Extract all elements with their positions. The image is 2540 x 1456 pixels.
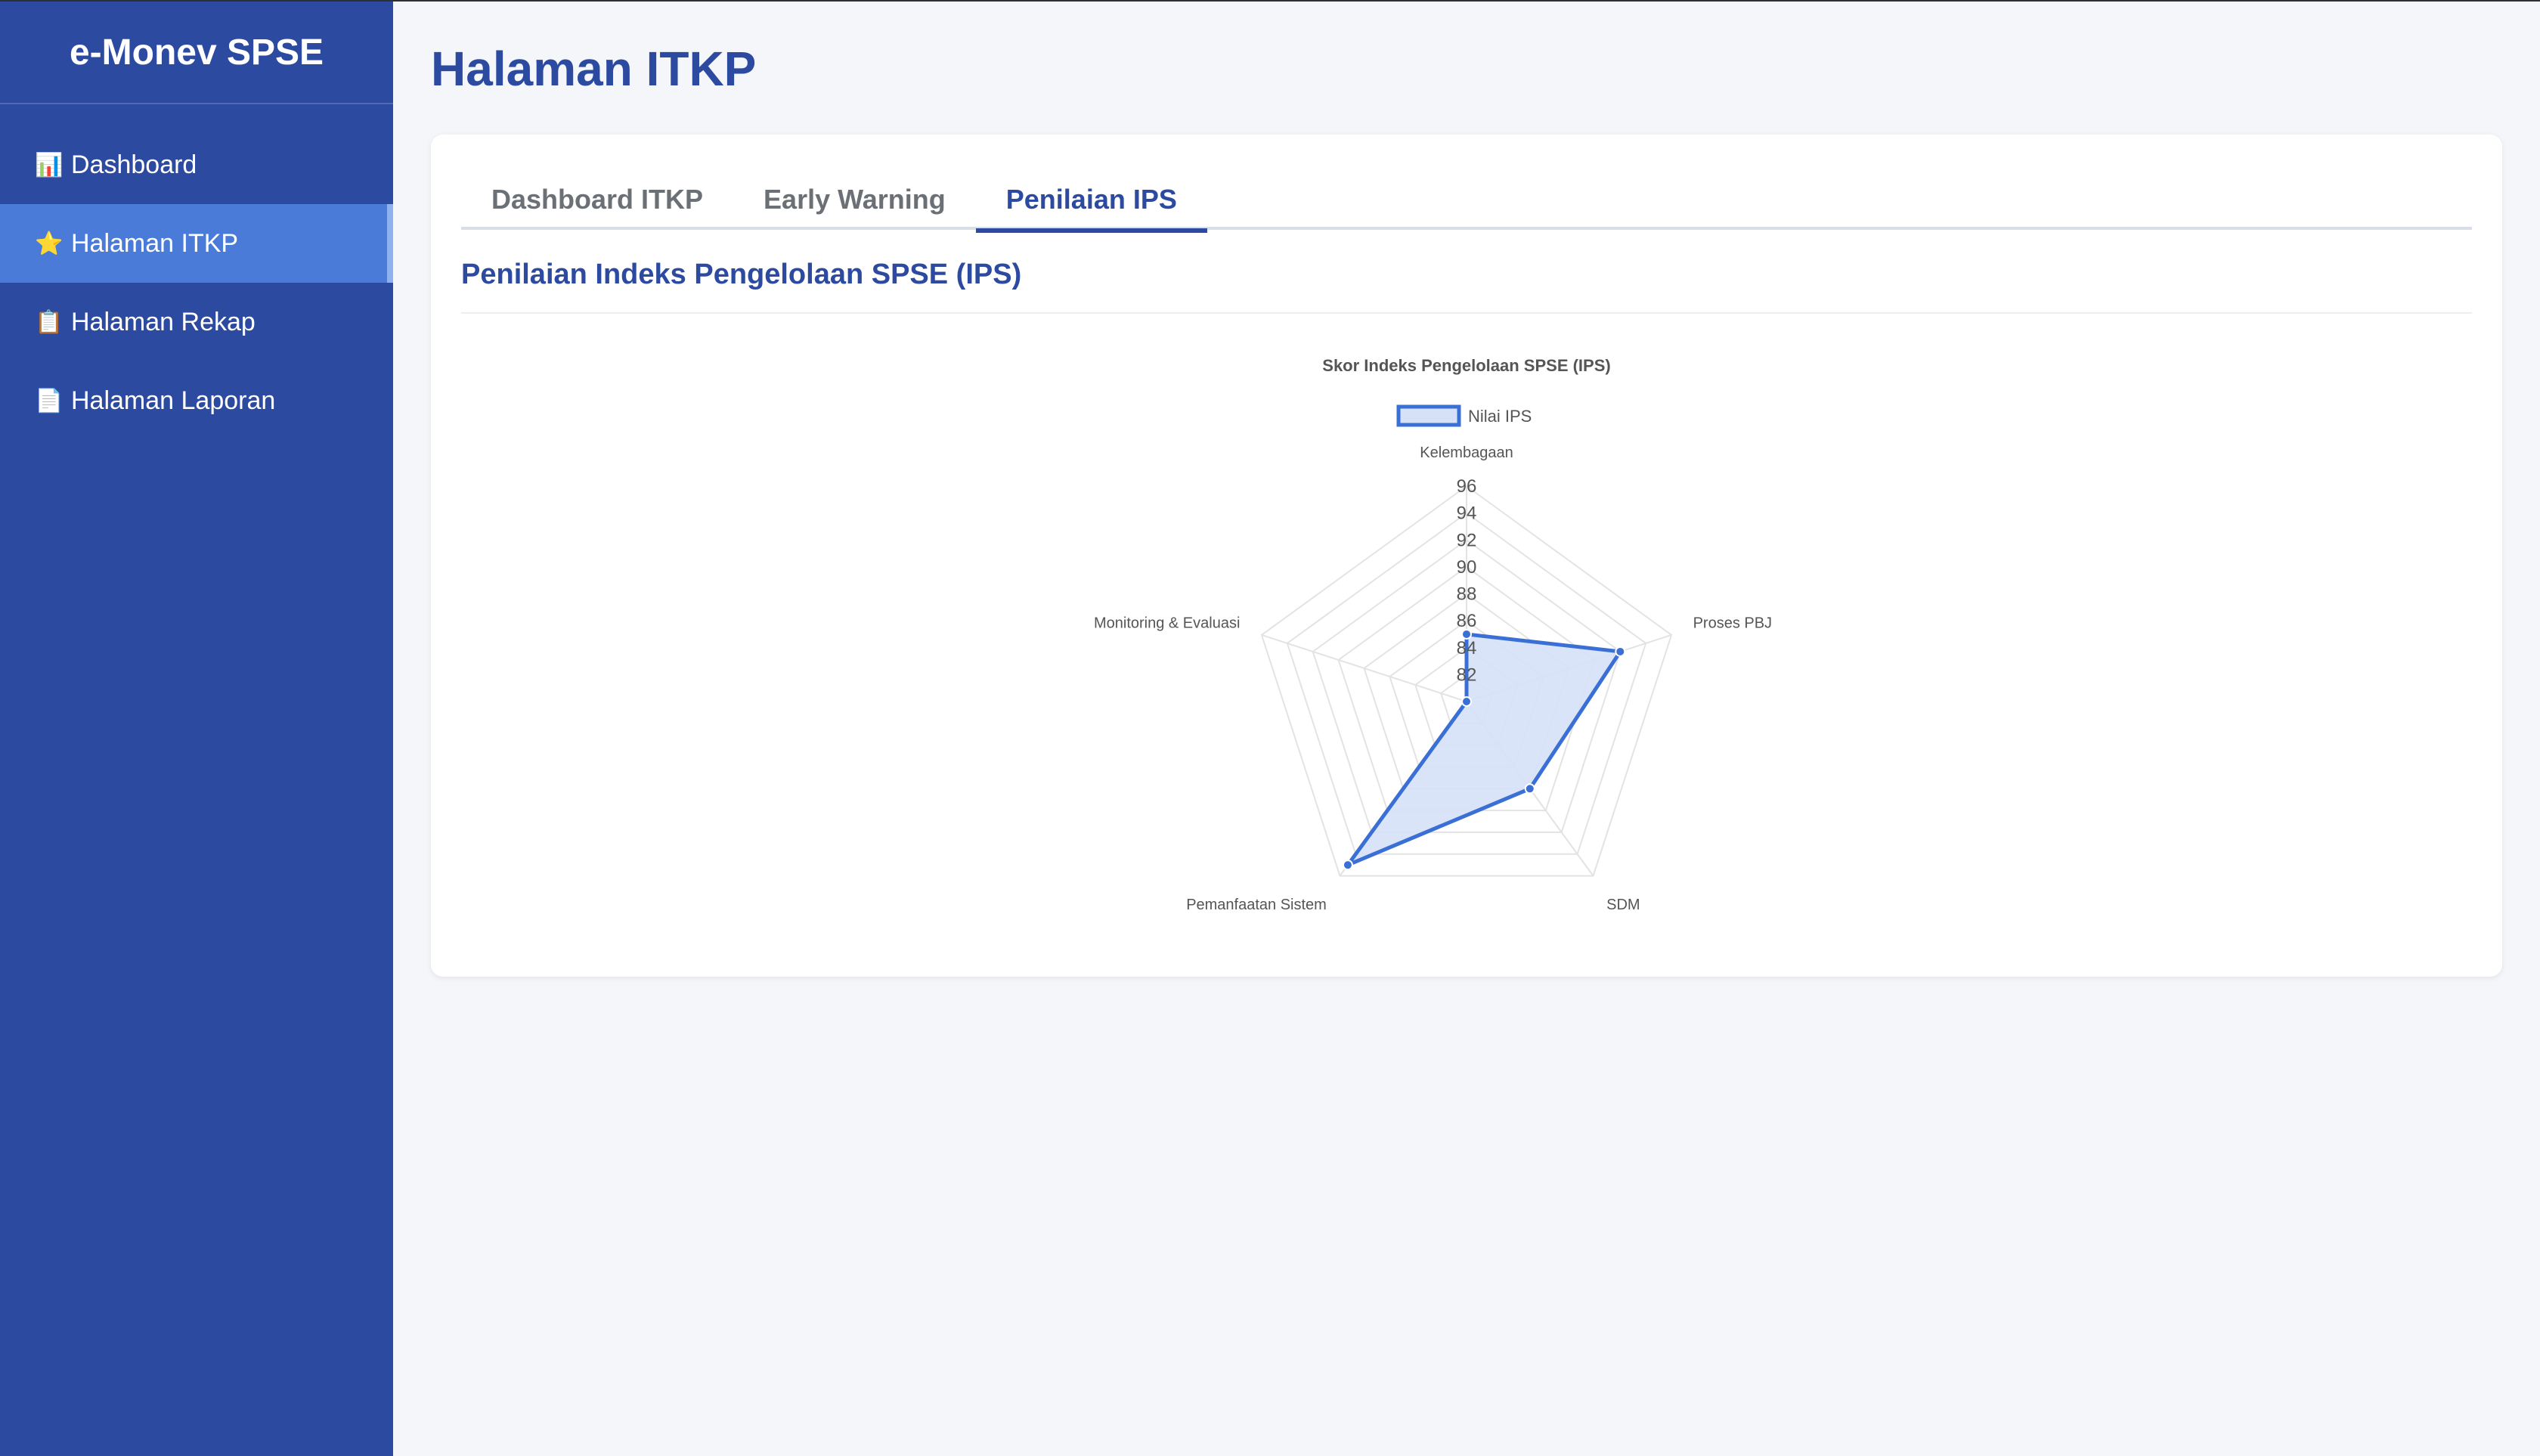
sidebar: e-Monev SPSE 📊 Dashboard ⭐ Halaman ITKP … xyxy=(0,2,393,1456)
radar-tick-label: 90 xyxy=(1457,557,1477,578)
radar-axis-label: Monitoring & Evaluasi xyxy=(1094,615,1240,632)
legend-swatch[interactable] xyxy=(1396,404,1461,427)
radar-point[interactable] xyxy=(1524,783,1535,795)
radar-point[interactable] xyxy=(1461,696,1472,707)
content-card: Dashboard ITKP Early Warning Penilaian I… xyxy=(431,135,2502,977)
document-icon: 📄 xyxy=(35,388,64,414)
sidebar-item-label: Halaman ITKP xyxy=(71,228,239,258)
chart-title: Skor Indeks Pengelolaan SPSE (IPS) xyxy=(1322,356,1610,375)
sidebar-item-halaman-rekap[interactable]: 📋 Halaman Rekap xyxy=(0,283,393,361)
radar-axis-label: SDM xyxy=(1606,897,1640,913)
radar-tick-label: 86 xyxy=(1457,611,1477,631)
sidebar-item-label: Dashboard xyxy=(71,150,197,179)
clipboard-icon: 📋 xyxy=(35,309,64,335)
radar-axis-label: Kelembagaan xyxy=(1420,445,1513,461)
radar-tick-label: 82 xyxy=(1457,664,1477,685)
radar-axis-labels: Kelembagaan Proses PBJ SDM Pemanfaatan Sist… xyxy=(1094,445,1772,913)
sidebar-item-label: Halaman Rekap xyxy=(71,307,256,336)
legend-label: Nilai IPS xyxy=(1468,407,1532,426)
sidebar-nav: 📊 Dashboard ⭐ Halaman ITKP 📋 Halaman Rek… xyxy=(0,125,393,440)
radar-point[interactable] xyxy=(1342,860,1353,871)
sidebar-item-label: Halaman Laporan xyxy=(71,386,276,415)
radar-point[interactable] xyxy=(1615,646,1626,657)
main-content: Halaman ITKP Dashboard ITKP Early Warnin… xyxy=(393,2,2540,1456)
radar-tick-label: 96 xyxy=(1457,476,1477,497)
radar-spoke xyxy=(1261,634,1467,702)
sidebar-item-dashboard[interactable]: 📊 Dashboard xyxy=(0,125,393,204)
brand-title: e-Monev SPSE xyxy=(0,2,393,104)
radar-tick-label: 84 xyxy=(1457,638,1477,658)
radar-series xyxy=(1342,628,1626,871)
star-icon: ⭐ xyxy=(35,231,64,256)
radar-chart: Skor Indeks Pengelolaan SPSE (IPS) Nilai… xyxy=(1094,356,1772,913)
radar-axis-label: Pemanfaatan Sistem xyxy=(1186,897,1327,913)
radar-tick-label: 94 xyxy=(1457,503,1477,524)
sidebar-item-halaman-itkp[interactable]: ⭐ Halaman ITKP xyxy=(0,204,393,283)
bar-chart-icon: 📊 xyxy=(35,152,64,178)
radar-tick-label: 92 xyxy=(1457,530,1477,550)
sidebar-item-halaman-laporan[interactable]: 📄 Halaman Laporan xyxy=(0,361,393,440)
radar-series-area xyxy=(1346,632,1622,867)
radar-axis-label: Proses PBJ xyxy=(1693,615,1772,632)
radar-tick-label: 88 xyxy=(1457,584,1477,605)
page-title: Halaman ITKP xyxy=(431,42,757,96)
